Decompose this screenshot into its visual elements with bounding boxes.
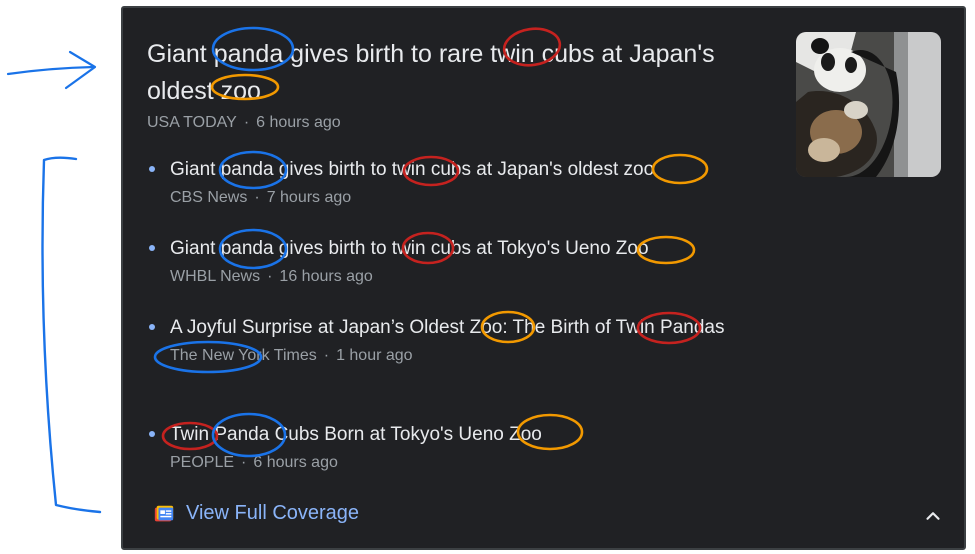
related-story-meta: WHBL News · 16 hours ago	[170, 268, 649, 286]
bullet-dot	[149, 245, 155, 251]
related-story-time: 6 hours ago	[253, 454, 338, 471]
related-story-source: PEOPLE	[170, 454, 235, 471]
related-story: A Joyful Surprise at Japan’s Oldest Zoo:…	[149, 314, 724, 365]
related-story: Giant panda gives birth to twin cubs at …	[149, 156, 654, 207]
view-full-coverage-link[interactable]: View Full Coverage	[153, 502, 359, 525]
meta-separator: ·	[241, 454, 247, 471]
news-card: Giant panda gives birth to rare twin cub…	[121, 6, 966, 550]
chevron-up-icon[interactable]	[922, 505, 944, 527]
related-story-link[interactable]: Twin Panda Cubs Born at Tokyo's Ueno Zoo	[170, 421, 542, 449]
meta-separator: ·	[254, 189, 260, 206]
arrow-annotation	[6, 65, 96, 76]
arrowhead-annotation	[64, 50, 97, 90]
related-story-meta: The New York Times · 1 hour ago	[170, 347, 724, 365]
related-story-time: 7 hours ago	[266, 189, 352, 206]
story-thumbnail[interactable]	[796, 32, 941, 177]
meta-separator: ·	[323, 347, 330, 364]
main-story-time: 6 hours ago	[256, 114, 341, 131]
related-story-source: WHBL News	[170, 268, 261, 285]
bullet-dot	[149, 166, 155, 172]
bullet-dot	[149, 431, 155, 437]
related-story-source: The New York Times	[170, 347, 317, 364]
related-story-time: 1 hour ago	[336, 347, 413, 364]
main-story-meta: USA TODAY · 6 hours ago	[147, 114, 341, 132]
bracket-annotation	[41, 156, 102, 514]
panda-photo-image	[796, 32, 941, 177]
related-story: Giant panda gives birth to twin cubs at …	[149, 235, 649, 286]
main-story-source: USA TODAY	[147, 114, 237, 131]
related-story-meta: CBS News · 7 hours ago	[170, 189, 654, 207]
newspaper-icon	[154, 505, 174, 521]
related-story-link[interactable]: Giant panda gives birth to twin cubs at …	[170, 235, 649, 263]
related-story-meta: PEOPLE · 6 hours ago	[170, 454, 542, 472]
main-headline-link[interactable]: Giant panda gives birth to rare twin cub…	[147, 36, 757, 110]
meta-separator: ·	[243, 114, 250, 131]
related-story-link[interactable]: A Joyful Surprise at Japan’s Oldest Zoo:…	[170, 314, 724, 342]
meta-separator: ·	[267, 268, 273, 285]
related-story-link[interactable]: Giant panda gives birth to twin cubs at …	[170, 156, 654, 184]
view-full-coverage-label: View Full Coverage	[186, 502, 360, 524]
bullet-dot	[149, 324, 155, 330]
related-story: Twin Panda Cubs Born at Tokyo's Ueno Zoo…	[149, 421, 542, 472]
related-story-time: 16 hours ago	[279, 268, 373, 285]
related-story-source: CBS News	[170, 189, 248, 206]
